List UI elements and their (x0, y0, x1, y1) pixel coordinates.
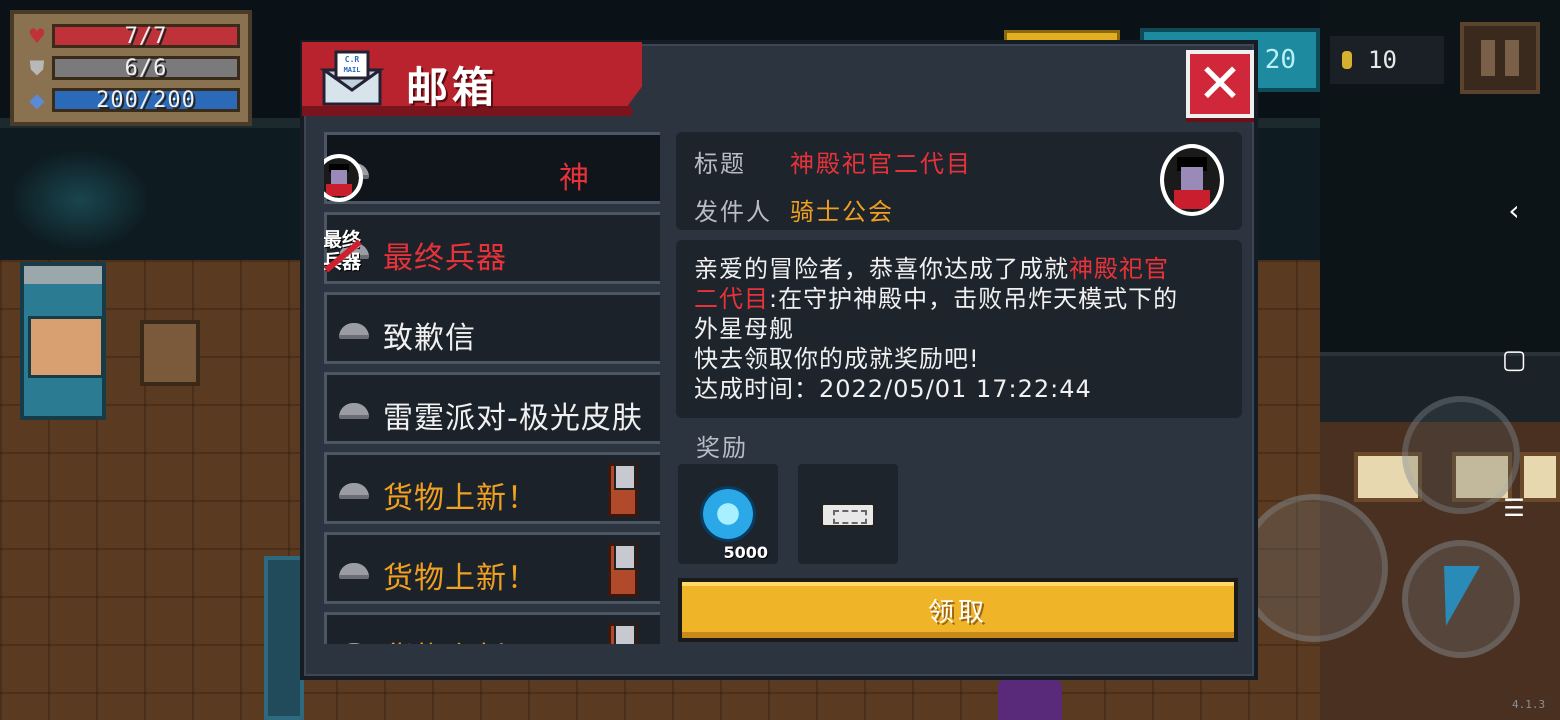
treasure-chest (140, 320, 200, 386)
reward-amount: 5000 (723, 543, 768, 562)
final-weapon-icon-text: 最终兵器 (324, 229, 361, 273)
knight-guild-avatar-icon (324, 154, 363, 202)
svg-text:MAIL: MAIL (344, 66, 361, 74)
armor-row: ⛊ 6/6 (22, 52, 240, 84)
envelope-icon (339, 563, 369, 579)
heart-icon: ♥ (28, 24, 46, 48)
merchant-icon (608, 463, 638, 517)
player-stats-panel: ♥ 7/7 ⛊ 6/6 ◆ 200/200 (10, 10, 252, 126)
subject-value: 神殿祀官二代目 (790, 150, 972, 178)
system-menu-button[interactable]: ☰ (1494, 488, 1534, 528)
ticket-icon (820, 502, 876, 528)
pause-icon-bar (1505, 40, 1519, 76)
mail-item-label: 雷霆派对-极光皮肤 (383, 401, 643, 436)
mail-item-label: 货物上新！ (383, 633, 538, 644)
final-weapon-icon: 最终兵器 (324, 229, 367, 283)
mail-item-label: 货物上新！ (383, 481, 538, 516)
pause-icon (1481, 40, 1495, 76)
mail-item-label: 致歉信 (383, 321, 476, 356)
mail-item[interactable]: 神 (324, 132, 660, 204)
armor-bar: 6/6 (52, 56, 240, 81)
mail-body-line: 外星母舰 (694, 315, 794, 343)
mail-item-label: 货物上新！ (383, 561, 538, 596)
sender-label: 发件人 (694, 198, 772, 226)
mail-item[interactable]: 货物上新！ (324, 532, 660, 604)
mailbox-title: 邮箱 (406, 63, 499, 112)
attack-button[interactable] (1240, 494, 1388, 642)
mail-item[interactable]: 雷霆派对-极光皮肤 (324, 372, 660, 444)
mail-body-line: 二代目:在守护神殿中，击败吊炸天模式下的 (694, 284, 1224, 314)
envelope-icon (339, 323, 369, 339)
reward-slot-gems[interactable]: 5000 (678, 464, 778, 564)
mailbox-dialog: C.R MAIL 邮箱 ✕ 神 最终兵器 最终兵器 致歉信 雷霆派对-极光皮肤 … (300, 40, 1258, 680)
wizard-hat (998, 680, 1062, 720)
merchant-icon (608, 623, 638, 644)
mail-body-line: 亲爱的冒险者，恭喜你达成了成就神殿祀官 (694, 254, 1224, 284)
envelope-icon (339, 403, 369, 419)
hp-row: ♥ 7/7 (22, 20, 240, 52)
shield-icon: ⛊ (29, 56, 45, 80)
svg-text:C.R: C.R (345, 55, 360, 64)
system-home-button[interactable]: ▢ (1494, 340, 1534, 380)
energy-diamond-icon: ◆ (29, 88, 45, 112)
subject-label: 标题 (694, 150, 746, 178)
mail-item-label: 最终兵器 (383, 241, 507, 276)
energy-bar: 200/200 (52, 88, 240, 113)
mail-body-text: 亲爱的冒险者，恭喜你达成了成就 (694, 255, 1069, 283)
mail-item[interactable]: 货物上新！ (324, 612, 660, 644)
reward-slot-ticket[interactable] (798, 464, 898, 564)
mail-envelope-icon: C.R MAIL (320, 50, 384, 106)
gacha-machine (20, 262, 106, 420)
mail-body-line: 快去领取你的成就奖励吧! (694, 345, 980, 373)
achievement-name: 神殿祀官 (1069, 255, 1169, 283)
sender-avatar-icon (1160, 144, 1224, 216)
mail-item-label: 神 (559, 161, 590, 196)
mail-item[interactable]: 货物上新！ (324, 452, 660, 524)
mail-list[interactable]: 神 最终兵器 最终兵器 致歉信 雷霆派对-极光皮肤 货物上新！ 货物上新！ (324, 132, 660, 644)
wall-glow (10, 150, 150, 250)
mail-body-text: :在守护神殿中，击败吊炸天模式下的 (769, 285, 1179, 313)
mail-item[interactable]: 致歉信 (324, 292, 660, 364)
coin-count: 10 (1368, 46, 1397, 74)
close-button[interactable]: ✕ (1186, 50, 1254, 118)
coin-counter: 10 (1330, 36, 1444, 84)
sender-value: 骑士公会 (790, 198, 894, 226)
envelope-icon (339, 643, 369, 644)
energy-row: ◆ 200/200 (22, 84, 240, 116)
wall-banner (264, 556, 304, 720)
mail-body: 亲爱的冒险者，恭喜你达成了成就神殿祀官 二代目:在守护神殿中，击败吊炸天模式下的… (676, 240, 1242, 418)
hp-bar: 7/7 (52, 24, 240, 49)
gem-icon (700, 486, 756, 542)
achievement-time: 达成时间：2022/05/01 17:22:44 (694, 375, 1092, 403)
close-icon: ✕ (1197, 52, 1243, 115)
mail-detail-header: 标题 神殿祀官二代目 发件人 骑士公会 (676, 132, 1242, 230)
merchant-icon (608, 543, 638, 597)
coin-icon (1342, 51, 1352, 69)
claim-button[interactable]: 领取 (678, 578, 1238, 642)
achievement-name: 二代目 (694, 285, 769, 313)
rewards-label: 奖励 (696, 434, 748, 462)
version-label: 4.1.3 (1512, 698, 1546, 711)
envelope-icon (339, 483, 369, 499)
gem-count: 20 (1264, 45, 1296, 75)
mailbox-header: C.R MAIL 邮箱 (302, 42, 662, 122)
mail-item[interactable]: 最终兵器 最终兵器 (324, 212, 660, 284)
pause-button[interactable] (1460, 22, 1540, 94)
system-back-button[interactable]: ‹ (1494, 190, 1534, 230)
